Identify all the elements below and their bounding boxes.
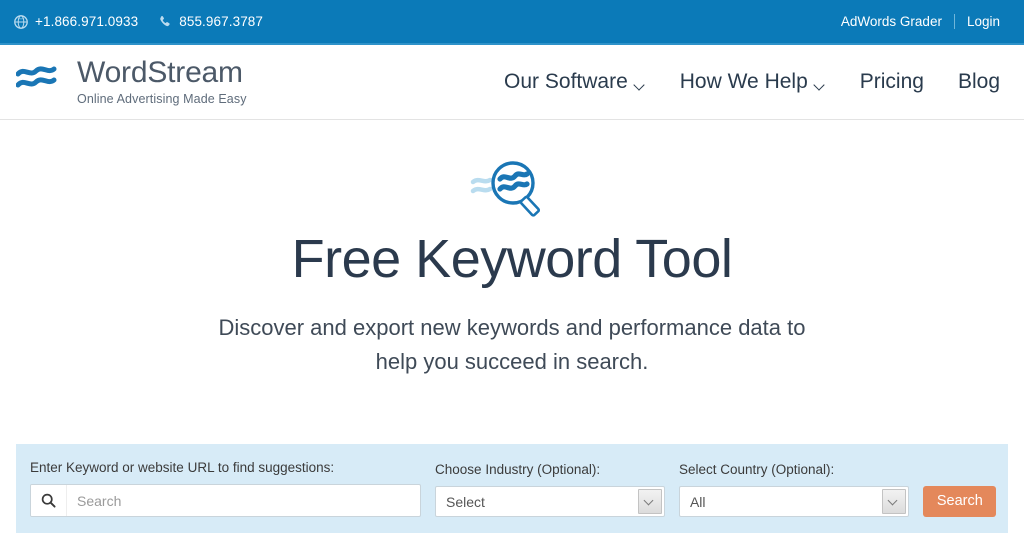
country-select[interactable]: All <box>678 486 909 517</box>
keyword-input-wrapper[interactable] <box>30 484 422 517</box>
search-button[interactable]: Search <box>922 486 996 517</box>
industry-field-group: Choose Industry (Optional): Select <box>435 462 665 517</box>
keyword-field-group: Enter Keyword or website URL to find sug… <box>30 460 422 517</box>
phone-number-secondary: 855.967.3787 <box>179 14 264 29</box>
page-title: Free Keyword Tool <box>291 229 733 289</box>
keyword-search-panel: Enter Keyword or website URL to find sug… <box>16 444 1008 533</box>
nav-label-how-we-help: How We Help <box>679 70 808 93</box>
industry-dropdown-button[interactable] <box>637 489 662 514</box>
keyword-input-label: Enter Keyword or website URL to find sug… <box>30 460 335 475</box>
phone-link-secondary[interactable]: 855.967.3787 <box>158 14 263 29</box>
main-navigation: Our Software How We Help Pricing Blog <box>504 70 1008 94</box>
nav-label-our-software: Our Software <box>504 70 628 93</box>
nav-label-blog: Blog <box>957 70 1000 93</box>
industry-selected-value: Select <box>446 493 485 510</box>
phone-number-primary: +1.866.971.0933 <box>35 14 139 29</box>
search-icon <box>31 485 67 516</box>
country-selected-value: All <box>689 493 706 510</box>
globe-icon <box>14 14 28 29</box>
wordstream-waves-logo-icon <box>15 65 68 100</box>
contact-phone-group: +1.866.971.0933 855.967.3787 <box>14 14 263 29</box>
phone-icon <box>158 15 172 29</box>
magnifier-waves-icon <box>0 156 1024 218</box>
adwords-grader-link[interactable]: AdWords Grader <box>841 14 942 29</box>
topbar-divider <box>953 14 955 29</box>
login-link[interactable]: Login <box>967 14 1000 29</box>
brand-logo-link[interactable]: WordStream Online Advertising Made Easy <box>15 58 247 106</box>
industry-select[interactable]: Select <box>435 486 665 517</box>
industry-select-label: Choose Industry (Optional): <box>435 462 601 477</box>
phone-link-primary[interactable]: +1.866.971.0933 <box>14 14 138 29</box>
nav-item-pricing[interactable]: Pricing <box>860 70 924 94</box>
brand-name: WordStream <box>77 56 243 90</box>
hero-section: Free Keyword Tool Discover and export ne… <box>0 120 1024 380</box>
hero-subtitle-line-1: Discover and export new keywords and per… <box>218 315 806 341</box>
hero-subtitle: Discover and export new keywords and per… <box>182 311 842 379</box>
nav-label-pricing: Pricing <box>859 70 924 93</box>
top-utility-links: AdWords Grader Login <box>841 14 1010 29</box>
country-dropdown-button[interactable] <box>881 489 906 514</box>
country-field-group: Select Country (Optional): All <box>678 462 909 517</box>
brand-tagline: Online Advertising Made Easy <box>77 92 247 107</box>
chevron-down-icon <box>889 497 898 506</box>
nav-item-our-software[interactable]: Our Software <box>504 70 646 94</box>
site-header: WordStream Online Advertising Made Easy … <box>0 45 1024 120</box>
chevron-down-icon <box>635 81 646 88</box>
hero-subtitle-line-2: help you succeed in search. <box>375 349 649 375</box>
top-utility-bar: +1.866.971.0933 855.967.3787 AdWords Gra… <box>0 0 1024 45</box>
nav-item-blog[interactable]: Blog <box>958 70 1000 94</box>
nav-item-how-we-help[interactable]: How We Help <box>680 70 826 94</box>
keyword-search-input[interactable] <box>67 485 421 516</box>
search-form-row: Enter Keyword or website URL to find sug… <box>30 460 996 517</box>
chevron-down-icon <box>645 497 654 506</box>
country-select-label: Select Country (Optional): <box>678 462 835 477</box>
chevron-down-icon <box>815 81 826 88</box>
brand-text: WordStream Online Advertising Made Easy <box>77 58 247 106</box>
